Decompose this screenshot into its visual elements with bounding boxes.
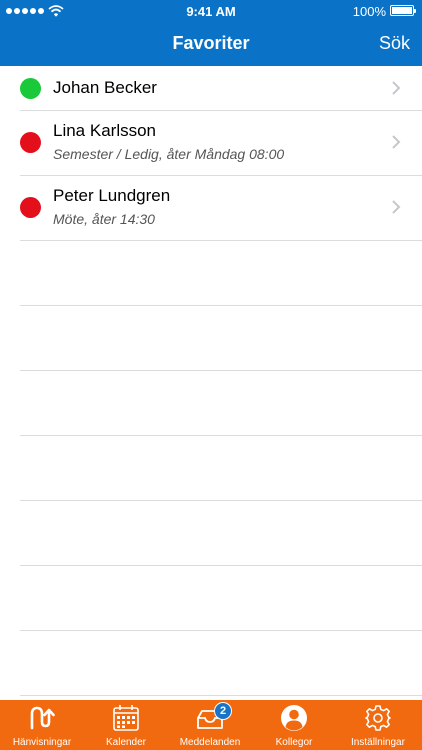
tab-kalender[interactable]: Kalender — [84, 700, 168, 750]
divider — [20, 500, 422, 501]
list-item[interactable]: Lina Karlsson Semester / Ledig, åter Mån… — [0, 111, 422, 175]
referral-icon — [30, 706, 55, 730]
calendar-icon — [113, 705, 139, 731]
tab-label: Inställningar — [351, 737, 405, 748]
battery-icon — [390, 5, 416, 16]
tab-hanvisningar[interactable]: Hänvisningar — [0, 700, 84, 750]
presence-indicator — [20, 78, 41, 99]
divider — [20, 565, 422, 566]
tab-meddelanden[interactable]: 2 Meddelanden — [168, 700, 252, 750]
tab-kollegor[interactable]: Kollegor — [252, 700, 336, 750]
gear-icon — [365, 705, 391, 731]
list-item[interactable]: Johan Becker — [0, 66, 422, 110]
presence-indicator — [20, 197, 41, 218]
presence-indicator — [20, 132, 41, 153]
contact-name: Peter Lundgren — [53, 186, 171, 205]
contact-name: Johan Becker — [53, 78, 157, 97]
status-bar: 9:41 AM 100% — [0, 0, 422, 22]
tab-installningar[interactable]: Inställningar — [336, 700, 420, 750]
divider — [20, 695, 422, 696]
tab-label: Hänvisningar — [12, 737, 72, 748]
tab-label: Meddelanden — [179, 737, 241, 748]
navigation-header: 9:41 AM 100% Favoriter Sök — [0, 0, 422, 66]
divider — [20, 370, 422, 371]
contact-status: Möte, åter 14:30 — [53, 211, 155, 227]
colleague-icon — [281, 705, 307, 731]
battery-percentage: 100% — [352, 4, 386, 19]
unread-badge: 2 — [214, 702, 232, 720]
tab-bar: Hänvisningar Kalender 2 Meddelanden Koll… — [0, 700, 422, 750]
contact-status: Semester / Ledig, åter Måndag 08:00 — [53, 146, 285, 162]
divider — [20, 240, 422, 241]
chevron-right-icon — [392, 200, 401, 214]
favorites-list: Johan Becker Lina Karlsson Semester / Le… — [0, 66, 422, 700]
chevron-right-icon — [392, 81, 401, 95]
divider — [20, 630, 422, 631]
divider — [20, 305, 422, 306]
search-button[interactable]: Sök — [379, 33, 410, 54]
chevron-right-icon — [392, 135, 401, 149]
list-item[interactable]: Peter Lundgren Möte, åter 14:30 — [0, 176, 422, 240]
page-title: Favoriter — [172, 33, 250, 53]
contact-name: Lina Karlsson — [53, 121, 157, 140]
tab-label: Kollegor — [275, 737, 313, 748]
divider — [20, 435, 422, 436]
tab-label: Kalender — [105, 737, 147, 748]
